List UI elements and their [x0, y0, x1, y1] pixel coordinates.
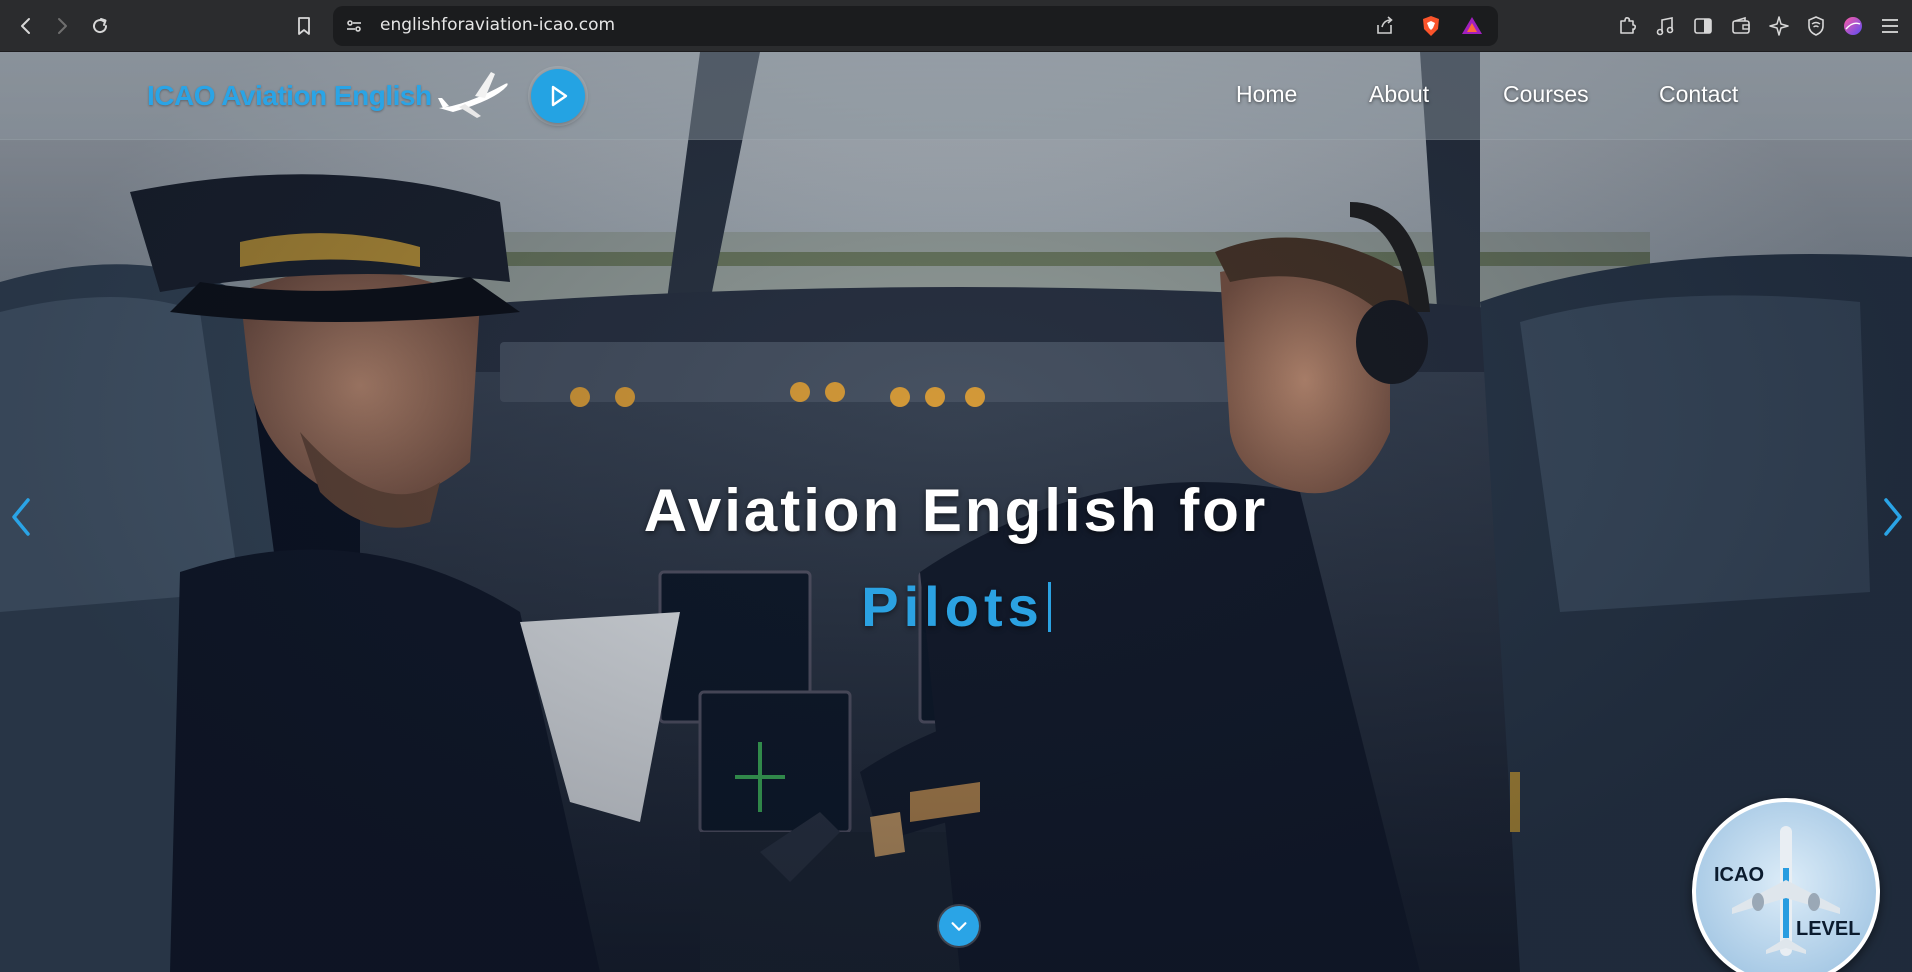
slider-prev-arrow-icon[interactable] — [6, 492, 36, 542]
typed-word-text: Pilots — [861, 575, 1044, 638]
badge-bottom-text: LEVEL — [1796, 918, 1861, 940]
site-logo-text[interactable]: ICAO Aviation English — [147, 80, 432, 112]
hero-typed-word: Pilots — [0, 574, 1912, 639]
forward-icon[interactable] — [48, 12, 76, 40]
nav-about-link[interactable]: About — [1369, 81, 1429, 108]
scroll-down-button[interactable] — [939, 906, 979, 946]
leo-ai-icon[interactable] — [1767, 14, 1791, 38]
airplane-logo-icon[interactable] — [435, 70, 510, 120]
sidebar-icon[interactable] — [1691, 14, 1715, 38]
typing-caret — [1047, 582, 1051, 632]
vpn-icon[interactable] — [1804, 14, 1828, 38]
play-icon — [551, 85, 568, 107]
hero-headline: Aviation English for — [643, 477, 1269, 544]
url-text[interactable]: englishforaviation-icao.com — [380, 15, 615, 35]
page-viewport: ICAO Aviation English Home About Courses… — [0, 52, 1912, 972]
play-video-button[interactable] — [531, 69, 585, 123]
icao-level-badge[interactable]: ICAO LEVEL — [1692, 798, 1880, 972]
nav-courses-link[interactable]: Courses — [1503, 81, 1589, 108]
badge-top-text: ICAO — [1714, 864, 1764, 886]
brave-shield-icon[interactable] — [1419, 14, 1443, 38]
back-icon[interactable] — [12, 12, 40, 40]
browser-toolbar: englishforaviation-icao.com — [0, 0, 1912, 52]
wallet-icon[interactable] — [1729, 14, 1753, 38]
slider-next-arrow-icon[interactable] — [1878, 492, 1908, 542]
extensions-icon[interactable] — [1615, 14, 1639, 38]
media-icon[interactable] — [1653, 14, 1677, 38]
brave-rewards-icon[interactable] — [1460, 14, 1484, 38]
nav-contact-link[interactable]: Contact — [1659, 81, 1738, 108]
site-info-icon[interactable] — [340, 12, 368, 40]
bookmark-icon[interactable] — [290, 12, 318, 40]
profile-icon[interactable] — [1841, 14, 1865, 38]
menu-icon[interactable] — [1878, 14, 1902, 38]
nav-home-link[interactable]: Home — [1236, 81, 1297, 108]
chevron-down-icon — [951, 922, 967, 931]
share-icon[interactable] — [1373, 14, 1397, 38]
reload-icon[interactable] — [86, 12, 114, 40]
